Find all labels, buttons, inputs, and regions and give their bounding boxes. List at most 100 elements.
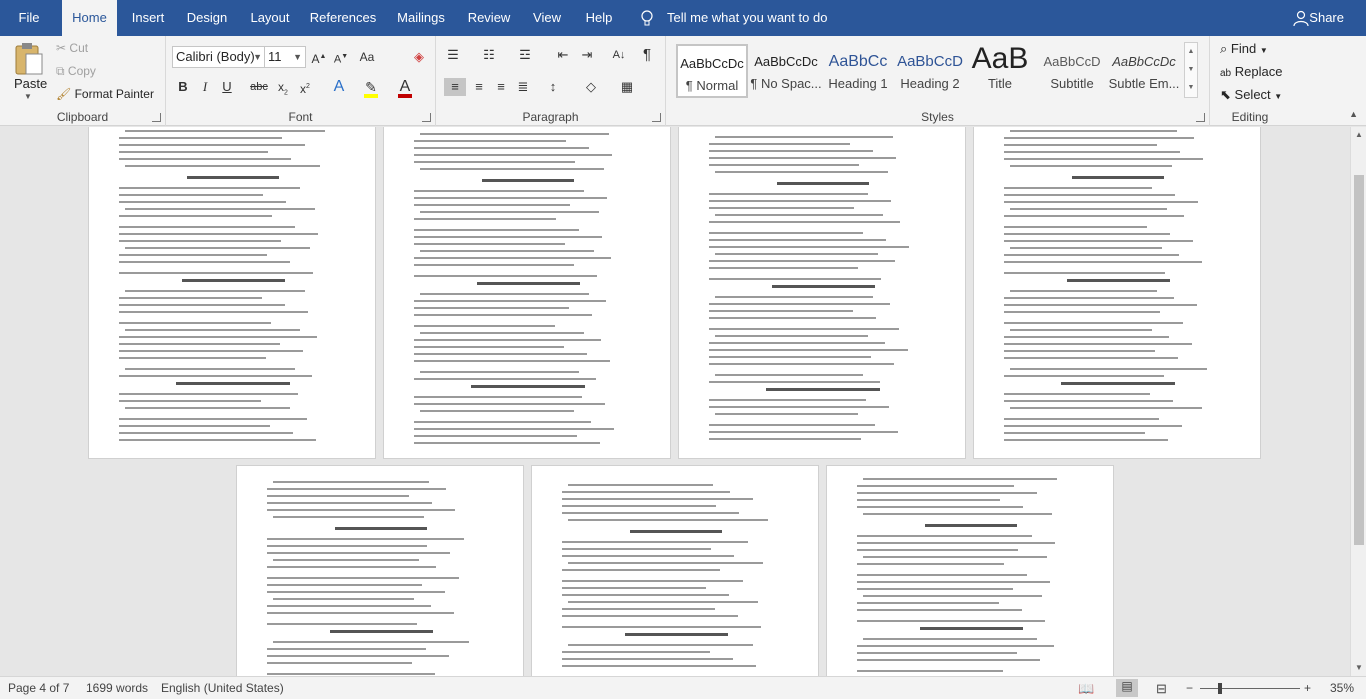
- line-spacing-icon[interactable]: ↕: [544, 78, 562, 96]
- text-line: [414, 300, 606, 302]
- style-name: ¶ No Spac...: [750, 76, 822, 91]
- tab-view[interactable]: View: [526, 0, 568, 36]
- font-color-icon[interactable]: A: [396, 78, 414, 98]
- more-styles-icon[interactable]: ▼: [1185, 79, 1197, 97]
- tab-design[interactable]: Design: [180, 0, 234, 36]
- pilcrow-icon[interactable]: ¶: [638, 46, 656, 64]
- numbering-icon[interactable]: ☷: [480, 46, 498, 64]
- text-line: [1004, 322, 1183, 324]
- vertical-scrollbar[interactable]: ▲ ▼: [1350, 127, 1366, 676]
- format-painter-button[interactable]: 🖌 Format Painter: [56, 87, 154, 101]
- text-effects-icon[interactable]: A: [330, 78, 348, 96]
- grow-font-icon[interactable]: A▲: [310, 48, 328, 66]
- tab-layout[interactable]: Layout: [242, 0, 298, 36]
- scroll-up-icon[interactable]: ▲: [1351, 127, 1366, 143]
- zoom-slider[interactable]: [1200, 688, 1300, 689]
- text-line: [119, 187, 300, 189]
- search-icon: ⌕: [1220, 41, 1228, 56]
- chevron-up-icon[interactable]: ▲: [1185, 43, 1197, 61]
- share-button[interactable]: Share: [1309, 0, 1344, 36]
- read-mode-icon[interactable]: 📖: [1078, 681, 1094, 697]
- text-line: [414, 243, 565, 245]
- copy-button[interactable]: ⧉ Copy: [56, 64, 96, 79]
- style-subtitle[interactable]: AaBbCcD Subtitle: [1036, 44, 1108, 98]
- text-line: [119, 311, 308, 313]
- text-line: [709, 246, 909, 248]
- zoom-slider-thumb[interactable]: [1218, 683, 1222, 694]
- tell-me-search[interactable]: Tell me what you want to do: [667, 0, 827, 36]
- clipboard-launcher-icon[interactable]: [152, 113, 161, 122]
- sort-icon[interactable]: A↓: [610, 46, 628, 64]
- superscript-icon[interactable]: x2: [296, 78, 314, 96]
- change-case-icon[interactable]: Aa: [358, 48, 376, 66]
- style-subtle-emphasis[interactable]: AaBbCcDc Subtle Em...: [1108, 44, 1180, 98]
- tab-help[interactable]: Help: [578, 0, 620, 36]
- clear-formatting-icon[interactable]: ◈: [410, 48, 428, 66]
- italic-icon[interactable]: I: [196, 78, 214, 96]
- scroll-down-icon[interactable]: ▼: [1351, 660, 1366, 676]
- align-center-icon[interactable]: ≡: [470, 78, 488, 96]
- font-name-combo[interactable]: Calibri (Body) ▼: [172, 46, 266, 68]
- paste-icon[interactable]: [14, 42, 44, 76]
- style-heading-1[interactable]: AaBbCc Heading 1: [822, 44, 894, 98]
- select-button[interactable]: ⬉ Select ▼: [1220, 87, 1282, 103]
- cut-button[interactable]: ✂ Cut: [56, 41, 88, 55]
- text-line: [420, 332, 584, 334]
- subscript-icon[interactable]: x2: [274, 78, 292, 96]
- text-line: [119, 226, 295, 228]
- tab-references[interactable]: References: [306, 0, 380, 36]
- scrollbar-thumb[interactable]: [1354, 175, 1364, 545]
- chevron-down-icon[interactable]: ▼: [1185, 61, 1197, 79]
- tab-home[interactable]: Home: [62, 0, 117, 36]
- text-line: [715, 296, 873, 298]
- justify-icon[interactable]: ≣: [514, 78, 532, 96]
- paste-button[interactable]: Paste: [14, 76, 47, 91]
- multilevel-list-icon[interactable]: ☲: [516, 46, 534, 64]
- underline-icon[interactable]: U: [218, 78, 236, 96]
- align-left-icon[interactable]: ≡: [444, 78, 466, 96]
- print-layout-icon[interactable]: ▤: [1116, 679, 1138, 697]
- align-right-icon[interactable]: ≡: [492, 78, 510, 96]
- zoom-in-icon[interactable]: +: [1304, 681, 1311, 695]
- font-size-combo[interactable]: 11 ▼: [264, 46, 306, 68]
- zoom-level[interactable]: 35%: [1330, 681, 1354, 695]
- text-line: [562, 587, 706, 589]
- text-line: [709, 399, 866, 401]
- page-indicator[interactable]: Page 4 of 7: [8, 681, 69, 695]
- highlight-icon[interactable]: ✎: [362, 78, 380, 98]
- shading-icon[interactable]: ◇: [582, 78, 600, 96]
- paragraph-launcher-icon[interactable]: [652, 113, 661, 122]
- text-line: [709, 431, 898, 433]
- tab-review[interactable]: Review: [462, 0, 516, 36]
- collapse-ribbon-icon[interactable]: ▲: [1349, 109, 1358, 119]
- decrease-indent-icon[interactable]: ⇤: [554, 46, 572, 64]
- zoom-out-icon[interactable]: −: [1186, 681, 1193, 695]
- tab-insert[interactable]: Insert: [122, 0, 174, 36]
- borders-icon[interactable]: ▦: [618, 78, 636, 96]
- bullets-icon[interactable]: ☰: [444, 46, 462, 64]
- style-normal[interactable]: AaBbCcDc ¶ Normal: [676, 44, 748, 98]
- text-line: [125, 247, 310, 249]
- web-layout-icon[interactable]: ⊟: [1156, 681, 1167, 697]
- paste-dropdown-icon[interactable]: ▼: [24, 92, 32, 101]
- replace-button[interactable]: ab Replace: [1220, 64, 1282, 79]
- tab-file[interactable]: File: [0, 0, 58, 36]
- style-heading-2[interactable]: AaBbCcD Heading 2: [894, 44, 966, 98]
- text-line: [1004, 375, 1164, 377]
- person-icon: [1293, 10, 1309, 26]
- find-button[interactable]: ⌕ Find ▼: [1220, 41, 1268, 57]
- font-launcher-icon[interactable]: [422, 113, 431, 122]
- style-title[interactable]: AaB Title: [964, 44, 1036, 98]
- style-no-spacing[interactable]: AaBbCcDc ¶ No Spac...: [750, 44, 822, 98]
- styles-gallery-scroll[interactable]: ▲ ▼ ▼: [1184, 42, 1198, 98]
- styles-launcher-icon[interactable]: [1196, 113, 1205, 122]
- shrink-font-icon[interactable]: A▼: [332, 48, 350, 66]
- strikethrough-icon[interactable]: abc: [250, 78, 268, 96]
- language-indicator[interactable]: English (United States): [161, 681, 284, 695]
- tab-mailings[interactable]: Mailings: [392, 0, 450, 36]
- cursor-icon: ⬉: [1220, 87, 1231, 102]
- word-count[interactable]: 1699 words: [86, 681, 148, 695]
- increase-indent-icon[interactable]: ⇥: [578, 46, 596, 64]
- bold-icon[interactable]: B: [174, 78, 192, 96]
- document-canvas[interactable]: [0, 127, 1350, 676]
